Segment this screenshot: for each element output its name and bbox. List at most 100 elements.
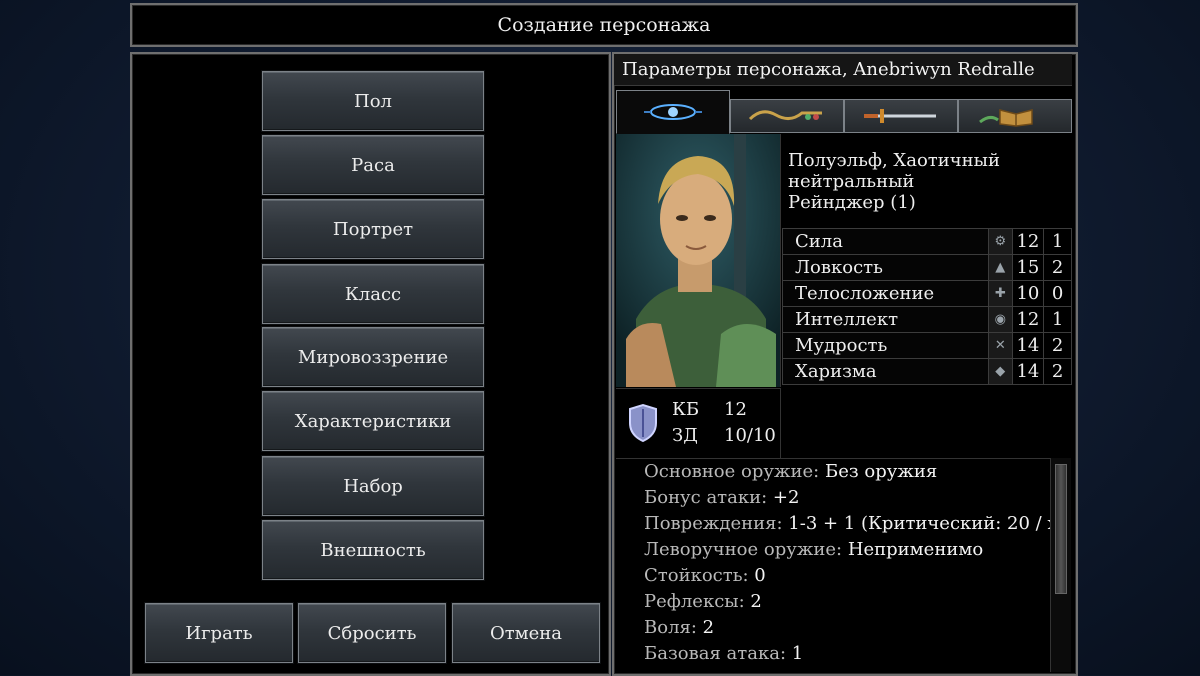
hit-points-value: 10/10 [724,425,776,446]
detail-will: Воля: 2 [644,617,714,638]
ability-row-cha: Харизма ◆ 14 2 [782,358,1072,385]
shield-icon [629,403,657,443]
detail-value: Без оружия [824,461,938,482]
detail-label: Повреждения: [644,513,789,534]
book-icon [979,109,1033,127]
detail-value: 1 [791,643,804,664]
detail-label: Основное оружие: [644,461,825,482]
ability-score: 14 [1011,358,1045,385]
tab-book[interactable] [958,99,1072,133]
class-button-label: Класс [344,283,402,305]
ability-score: 10 [1011,280,1045,307]
ability-scores-table: Сила ⚙ 12 1 Ловкость ▲ 15 2 Телосложение… [782,228,1072,385]
race-alignment-line2: нейтральный [788,171,915,192]
window-title: Создание персонажа [497,14,711,36]
detail-fortitude: Стойкость: 0 [644,565,766,586]
alignment-button[interactable]: Мировоззрение [262,327,484,387]
detail-base-attack: Базовая атака: 1 [644,643,803,664]
tab-eye[interactable] [616,90,730,134]
detail-value: +2 [772,487,800,508]
character-portrait [616,134,781,387]
wisdom-icon: ✕ [987,332,1013,359]
character-parameters-panel: Параметры персонажа, Anebriwyn Redralle [612,52,1078,676]
detail-value: 1-3 + 1 (Критический: 20 / x2) [788,513,1052,534]
abilities-button-label: Характеристики [294,410,452,432]
ability-name: Харизма [782,358,989,385]
details-scrollbar[interactable] [1050,458,1071,672]
detail-value: 2 [702,617,715,638]
race-button-label: Раса [351,154,395,176]
charisma-icon: ◆ [987,358,1013,385]
tab-sword[interactable] [844,99,958,133]
ability-row-int: Интеллект ◉ 12 1 [782,306,1072,333]
detail-main-weapon: Основное оружие: Без оружия [644,461,937,482]
armor-class-value: 12 [724,399,747,420]
package-button-label: Набор [343,475,403,497]
ability-modifier: 2 [1043,358,1072,385]
class-button[interactable]: Класс [262,264,484,324]
ability-name: Ловкость [782,254,989,281]
tab-scroll[interactable] [730,99,844,133]
detail-damage: Повреждения: 1-3 + 1 (Критический: 20 / … [644,513,1052,534]
detail-attack-bonus: Бонус атаки: +2 [644,487,799,508]
ability-row-dex: Ловкость ▲ 15 2 [782,254,1072,281]
ability-row-str: Сила ⚙ 12 1 [782,228,1072,255]
play-button-label: Играть [185,622,253,644]
detail-label: Стойкость: [644,565,755,586]
sword-icon [864,109,936,123]
ability-score: 12 [1011,228,1045,255]
gender-button-label: Пол [354,90,392,112]
detail-label: Бонус атаки: [644,487,773,508]
portrait-button[interactable]: Портрет [262,199,484,259]
abilities-button[interactable]: Характеристики [262,391,484,451]
detail-value: Неприменимо [847,539,984,560]
ability-modifier: 2 [1043,254,1072,281]
ability-row-wis: Мудрость ✕ 14 2 [782,332,1072,359]
ability-score: 14 [1011,332,1045,359]
strength-icon: ⚙ [987,228,1013,255]
scroll-icon [748,110,822,121]
detail-reflex: Рефлексы: 2 [644,591,762,612]
portrait-image [616,134,780,387]
ability-row-con: Телосложение ✚ 10 0 [782,280,1072,307]
ability-modifier: 2 [1043,332,1072,359]
detail-value: 2 [750,591,762,612]
package-button[interactable]: Набор [262,456,484,516]
cancel-button[interactable]: Отмена [452,603,600,663]
detail-label: Рефлексы: [644,591,751,612]
ability-name: Телосложение [782,280,989,307]
ability-score: 15 [1011,254,1045,281]
hit-points-label: ЗД [672,425,698,446]
cancel-button-label: Отмена [489,622,563,644]
armor-hp-box: КБ 12 ЗД 10/10 [616,388,781,459]
detail-label: Леворучное оружие: [644,539,848,560]
class-level-line: Рейнджер (1) [788,192,916,213]
ability-name: Мудрость [782,332,989,359]
race-class-text: Полуэльф, Хаотичный нейтральный Рейнджер… [788,150,1070,213]
detail-label: Базовая атака: [644,643,792,664]
ability-modifier: 1 [1043,228,1072,255]
constitution-icon: ✚ [987,280,1013,307]
reset-button-label: Сбросить [327,622,417,644]
appearance-button[interactable]: Внешность [262,520,484,580]
reset-button[interactable]: Сбросить [298,603,446,663]
detail-offhand-weapon: Леворучное оружие: Неприменимо [644,539,983,560]
dexterity-icon: ▲ [987,254,1013,281]
race-button[interactable]: Раса [262,135,484,195]
scrollbar-thumb[interactable] [1055,464,1067,594]
eye-icon [644,104,702,120]
ability-name: Сила [782,228,989,255]
detail-label: Воля: [644,617,703,638]
character-header: Параметры персонажа, Anebriwyn Redralle [614,54,1072,86]
ability-score: 12 [1011,306,1045,333]
combat-details: Основное оружие: Без оружия Бонус атаки:… [616,458,1052,673]
ability-modifier: 0 [1043,280,1072,307]
detail-value: 0 [754,565,766,586]
ability-modifier: 1 [1043,306,1072,333]
gender-button[interactable]: Пол [262,71,484,131]
window-title-bar: Создание персонажа [130,3,1078,47]
portrait-button-label: Портрет [332,218,414,240]
appearance-button-label: Внешность [320,539,426,561]
alignment-button-label: Мировоззрение [297,346,449,368]
play-button[interactable]: Играть [145,603,293,663]
